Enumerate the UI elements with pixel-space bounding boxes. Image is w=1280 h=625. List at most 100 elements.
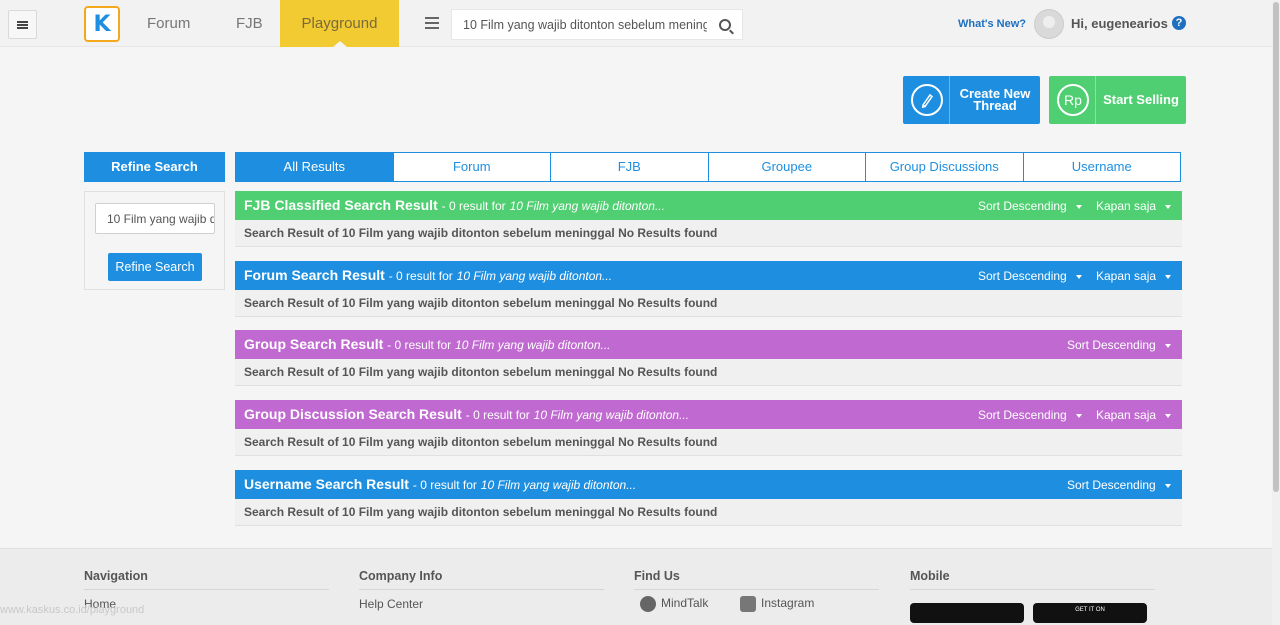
tab-group-discussions[interactable]: Group Discussions [866, 153, 1024, 181]
time-dropdown[interactable]: Kapan saja [1096, 199, 1172, 213]
result-title: Group Discussion Search Result - 0 resul… [244, 406, 689, 422]
time-label: Kapan saja [1096, 269, 1157, 283]
chevron-down-icon [1075, 274, 1082, 279]
rupiah-icon: Rp [1057, 84, 1089, 116]
group-discussion-results: Group Discussion Search Result - 0 resul… [235, 400, 1182, 456]
whats-new-link[interactable]: What's New? [958, 18, 1026, 30]
result-title-text: Group Search Result [244, 336, 384, 352]
mindtalk-label: MindTalk [661, 596, 709, 611]
footer-link-instagram[interactable]: Instagram [740, 596, 814, 612]
result-count: - 0 result for [388, 269, 453, 283]
instagram-label: Instagram [761, 596, 815, 611]
pencil-icon [911, 84, 943, 116]
time-dropdown[interactable]: Kapan saja [1096, 408, 1172, 422]
footer-heading: Find Us [634, 569, 879, 590]
status-bar-url: www.kaskus.co.id/playground [0, 604, 145, 616]
fjb-classified-results: FJB Classified Search Result - 0 result … [235, 191, 1182, 247]
kaskus-logo[interactable]: K [84, 6, 120, 42]
hamburger-icon [17, 20, 28, 29]
result-title-text: FJB Classified Search Result [244, 197, 438, 213]
footer-heading: Company Info [359, 569, 604, 590]
sort-label: Sort Descending [978, 199, 1067, 213]
footer-company-info: Company Info Help Center [359, 569, 604, 611]
chevron-down-icon [1075, 413, 1082, 418]
result-tabs: All Results Forum FJB Groupee Group Disc… [235, 152, 1181, 182]
time-label: Kapan saja [1096, 408, 1157, 422]
result-header: Username Search Result - 0 result for 10… [235, 470, 1182, 499]
app-store-badge[interactable] [910, 603, 1024, 623]
refine-search-button[interactable]: Refine Search [108, 253, 202, 281]
time-dropdown[interactable]: Kapan saja [1096, 269, 1172, 283]
time-label: Kapan saja [1096, 199, 1157, 213]
tab-forum[interactable]: Forum [393, 153, 551, 181]
refine-search-panel: Refine Search [84, 191, 225, 290]
chevron-down-icon [1164, 483, 1171, 488]
sort-dropdown[interactable]: Sort Descending [1067, 338, 1171, 352]
forum-results: Forum Search Result - 0 result for 10 Fi… [235, 261, 1182, 317]
result-body: Search Result of 10 Film yang wajib dito… [235, 429, 1182, 456]
nav-fjb[interactable]: FJB [236, 0, 263, 47]
search-box [451, 9, 743, 40]
user-avatar[interactable] [1034, 9, 1064, 39]
tab-username[interactable]: Username [1023, 153, 1180, 181]
start-selling-label: Start Selling [1103, 92, 1179, 107]
tab-fjb[interactable]: FJB [551, 153, 709, 181]
result-query: 10 Film yang wajib ditonton... [533, 408, 690, 422]
user-greeting[interactable]: Hi, eugenearios [1071, 16, 1168, 31]
google-play-badge[interactable]: GET IT ON [1033, 603, 1147, 623]
chevron-down-icon [1165, 413, 1172, 418]
sidebar-toggle-button[interactable] [8, 10, 37, 39]
result-title: Group Search Result - 0 result for 10 Fi… [244, 336, 611, 352]
sort-dropdown[interactable]: Sort Descending [978, 199, 1082, 213]
result-count: - 0 result for [465, 408, 530, 422]
footer-link-mindtalk[interactable]: MindTalk [640, 596, 708, 612]
result-body: Search Result of 10 Film yang wajib dito… [235, 290, 1182, 317]
start-selling-button[interactable]: Rp Start Selling [1049, 76, 1186, 124]
result-query: 10 Film yang wajib ditonton... [480, 478, 637, 492]
username-results: Username Search Result - 0 result for 10… [235, 470, 1182, 526]
refine-search-title: Refine Search [84, 152, 225, 182]
search-input[interactable] [452, 10, 707, 39]
create-new-thread-button[interactable]: Create New Thread [903, 76, 1040, 124]
result-header: Group Discussion Search Result - 0 resul… [235, 400, 1182, 429]
search-icon[interactable] [719, 19, 731, 31]
scrollbar-thumb[interactable] [1273, 2, 1279, 492]
result-title-text: Username Search Result [244, 476, 409, 492]
page-scrollbar[interactable] [1272, 0, 1280, 625]
tab-all-results[interactable]: All Results [236, 153, 394, 181]
refine-search-input[interactable] [95, 203, 215, 234]
help-icon[interactable]: ? [1172, 16, 1186, 30]
result-body: Search Result of 10 Film yang wajib dito… [235, 220, 1182, 247]
footer-mobile: Mobile [910, 569, 1155, 590]
sort-dropdown[interactable]: Sort Descending [978, 408, 1082, 422]
footer-heading: Navigation [84, 569, 329, 590]
result-count: - 0 result for [412, 478, 477, 492]
nav-forum[interactable]: Forum [147, 0, 190, 47]
sort-label: Sort Descending [1067, 338, 1156, 352]
group-results: Group Search Result - 0 result for 10 Fi… [235, 330, 1182, 386]
chevron-down-icon [1165, 204, 1172, 209]
chevron-down-icon [1164, 343, 1171, 348]
footer-heading: Mobile [910, 569, 1155, 590]
sort-dropdown[interactable]: Sort Descending [1067, 478, 1171, 492]
result-header: FJB Classified Search Result - 0 result … [235, 191, 1182, 220]
create-new-thread-label: Create New Thread [959, 86, 1031, 113]
result-count: - 0 result for [387, 338, 452, 352]
mindtalk-icon [640, 596, 656, 612]
result-query: 10 Film yang wajib ditonton... [455, 338, 611, 352]
tab-groupee[interactable]: Groupee [708, 153, 866, 181]
result-header: Group Search Result - 0 result for 10 Fi… [235, 330, 1182, 359]
result-title: Username Search Result - 0 result for 10… [244, 476, 636, 492]
result-title-text: Group Discussion Search Result [244, 406, 462, 422]
sort-dropdown[interactable]: Sort Descending [978, 269, 1082, 283]
nav-playground[interactable]: Playground [280, 0, 399, 47]
result-title: FJB Classified Search Result - 0 result … [244, 197, 665, 213]
footer-link-help-center[interactable]: Help Center [359, 597, 423, 611]
sort-label: Sort Descending [1067, 478, 1156, 492]
result-body: Search Result of 10 Film yang wajib dito… [235, 499, 1182, 526]
result-query: 10 Film yang wajib ditonton... [456, 269, 613, 283]
menu-icon[interactable] [425, 17, 439, 29]
instagram-icon [740, 596, 756, 612]
result-count: - 0 result for [441, 199, 506, 213]
chevron-down-icon [1165, 274, 1172, 279]
